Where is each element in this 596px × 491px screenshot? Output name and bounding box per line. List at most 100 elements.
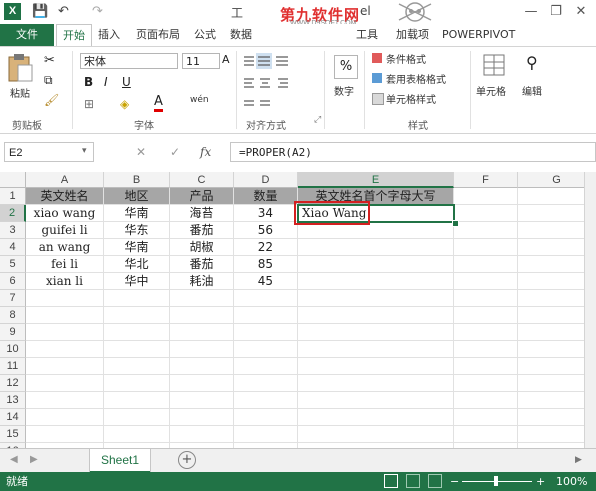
cell-a14[interactable] [26,409,104,426]
cell-e6[interactable] [298,273,454,290]
cell-d10[interactable] [234,341,298,358]
cell-d12[interactable] [234,375,298,392]
cell-b15[interactable] [104,426,170,443]
cut-icon[interactable]: ✂ [44,53,55,68]
tab-page-layout[interactable]: 页面布局 [130,24,186,46]
row-header-2[interactable]: 2 [0,205,26,222]
cell-f10[interactable] [454,341,518,358]
page-layout-view-icon[interactable] [406,474,420,488]
undo-icon[interactable]: ↶ [58,3,69,21]
dialog-launcher-icon[interactable]: ⤢ [314,115,321,125]
row-header-7[interactable]: 7 [0,290,26,307]
row-header-8[interactable]: 8 [0,307,26,324]
tab-home[interactable]: 开始 [56,24,92,48]
paste-label[interactable]: 粘贴 [10,85,30,100]
cell-b8[interactable] [104,307,170,324]
tab-insert[interactable]: 插入 [92,24,126,46]
cell-b13[interactable] [104,392,170,409]
cell-f12[interactable] [454,375,518,392]
normal-view-icon[interactable] [384,474,398,488]
borders-icon[interactable]: ⊞ [84,97,94,111]
italic-button[interactable]: I [104,75,108,89]
cells-button[interactable]: 单元格 [476,83,506,98]
cell-f15[interactable] [454,426,518,443]
row-header-15[interactable]: 15 [0,426,26,443]
tab-file[interactable]: 文件 [0,24,54,46]
cell-b4[interactable]: 华南 [104,239,170,256]
tab-data[interactable]: 数据 [224,24,258,46]
cell-d7[interactable] [234,290,298,307]
column-header-a[interactable]: A [26,172,104,188]
cell-f8[interactable] [454,307,518,324]
column-header-c[interactable]: C [170,172,234,188]
cell-c12[interactable] [170,375,234,392]
cell-c8[interactable] [170,307,234,324]
format-painter-icon[interactable]: 🖌 [44,93,59,107]
cell-e9[interactable] [298,324,454,341]
cell-a5[interactable]: fei li [26,256,104,273]
cell-d5[interactable]: 85 [234,256,298,273]
cell-d1[interactable]: 数量 [234,188,298,205]
cell-a8[interactable] [26,307,104,324]
page-break-view-icon[interactable] [428,474,442,488]
cell-f5[interactable] [454,256,518,273]
cell-c10[interactable] [170,341,234,358]
cell-b11[interactable] [104,358,170,375]
cell-a13[interactable] [26,392,104,409]
cell-a12[interactable] [26,375,104,392]
cell-a9[interactable] [26,324,104,341]
row-header-4[interactable]: 4 [0,239,26,256]
cell-e8[interactable] [298,307,454,324]
row-header-3[interactable]: 3 [0,222,26,239]
cell-e12[interactable] [298,375,454,392]
number-format-button[interactable]: 数字 [334,83,354,98]
cell-d6[interactable]: 45 [234,273,298,290]
zoom-slider-thumb[interactable] [494,476,498,486]
cell-styles-button[interactable]: 单元格样式 [386,91,436,106]
add-sheet-button[interactable]: + [178,451,196,469]
cell-d9[interactable] [234,324,298,341]
sheet-prev-icon[interactable]: ◀ [10,454,18,465]
font-color-button[interactable]: A [154,95,163,112]
cell-b12[interactable] [104,375,170,392]
cancel-button[interactable]: ✕ [136,145,146,159]
cell-e14[interactable] [298,409,454,426]
cell-c15[interactable] [170,426,234,443]
tab-tools[interactable]: 工具 [350,24,384,46]
cell-e11[interactable] [298,358,454,375]
cell-d13[interactable] [234,392,298,409]
conditional-format-button[interactable]: 条件格式 [386,51,426,66]
sheet-next-icon[interactable]: ▶ [30,454,38,465]
cell-d8[interactable] [234,307,298,324]
cell-e1[interactable]: 英文姓名首个字母大写 [298,188,454,205]
row-header-13[interactable]: 13 [0,392,26,409]
cell-d2[interactable]: 34 [234,205,298,222]
column-header-b[interactable]: B [104,172,170,188]
cell-f2[interactable] [454,205,518,222]
cell-b7[interactable] [104,290,170,307]
cell-d4[interactable]: 22 [234,239,298,256]
row-header-9[interactable]: 9 [0,324,26,341]
cell-c7[interactable] [170,290,234,307]
cell-e10[interactable] [298,341,454,358]
column-header-d[interactable]: D [234,172,298,188]
tab-addins[interactable]: 加载项 [390,24,435,46]
row-header-12[interactable]: 12 [0,375,26,392]
vertical-scrollbar[interactable] [584,172,596,448]
sheet-tab-sheet1[interactable]: Sheet1 [90,449,150,473]
cell-b3[interactable]: 华东 [104,222,170,239]
fill-handle[interactable] [452,220,459,227]
cell-a7[interactable] [26,290,104,307]
cell-d15[interactable] [234,426,298,443]
cell-f7[interactable] [454,290,518,307]
cell-b9[interactable] [104,324,170,341]
cell-a3[interactable]: guifei li [26,222,104,239]
underline-button[interactable]: U [122,75,131,89]
enter-button[interactable]: ✓ [170,145,180,159]
cell-f4[interactable] [454,239,518,256]
cell-a4[interactable]: an wang [26,239,104,256]
cell-c3[interactable]: 番茄 [170,222,234,239]
row-header-5[interactable]: 5 [0,256,26,273]
cell-c2[interactable]: 海苔 [170,205,234,222]
cell-e4[interactable] [298,239,454,256]
